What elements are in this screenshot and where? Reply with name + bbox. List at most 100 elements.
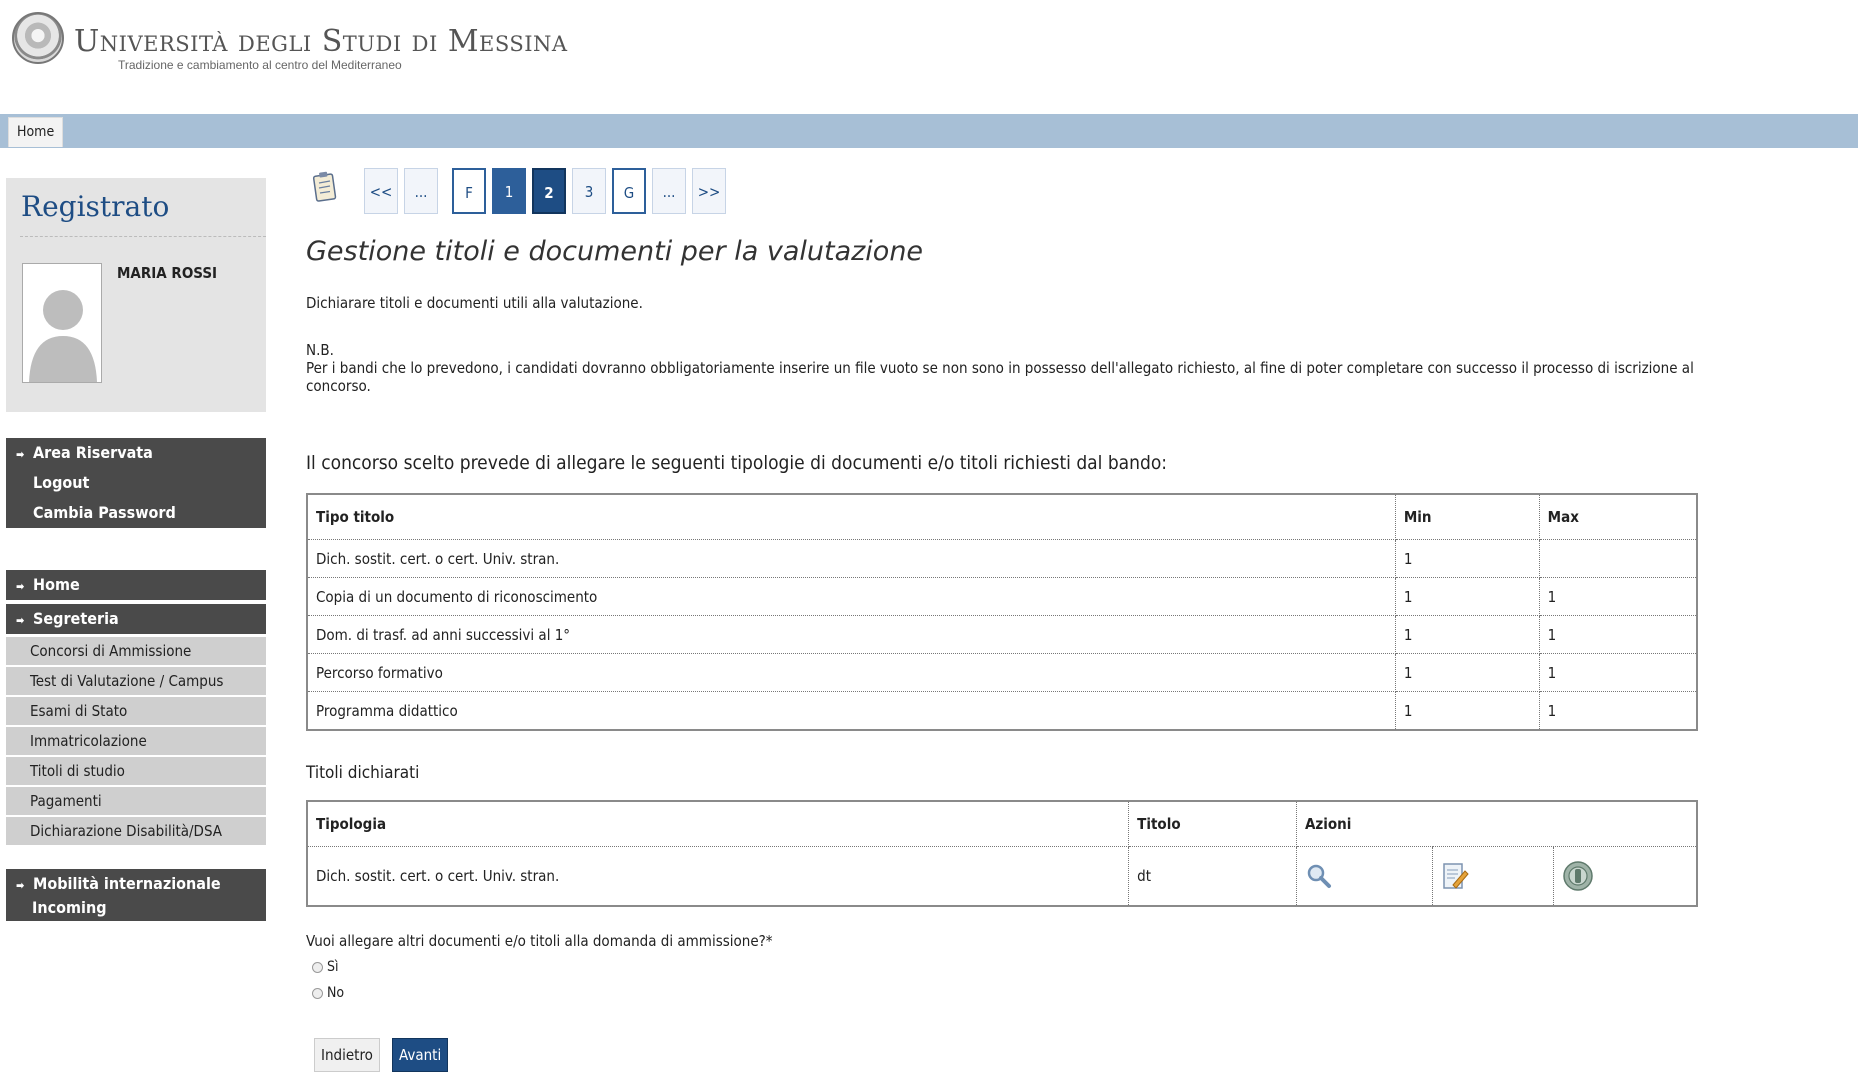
table-cell: 1 [1394, 539, 1540, 578]
wizard-step-navigation: << ... F 1 2 3 G ... >> [364, 168, 726, 214]
table-cell: Dich. sostit. cert. o cert. Univ. stran. [306, 539, 1396, 578]
table-header-row: Tipologia Titolo Azioni [306, 800, 1698, 847]
home-tab[interactable]: Home [8, 117, 64, 147]
menu-label: Segreteria [33, 609, 119, 628]
view-icon[interactable] [1305, 862, 1333, 890]
column-header: Min [1394, 493, 1540, 540]
menu-label: Logout [33, 473, 90, 492]
menu-label: Cambia Password [33, 503, 176, 522]
intro-text: Dichiarare titoli e documenti utili alla… [306, 294, 643, 312]
declared-documents-heading: Titoli dichiarati [306, 763, 420, 783]
table-row: Percorso formativo 1 1 [306, 653, 1698, 692]
page-header: Università degli Studi di Messina Tradiz… [0, 0, 1858, 114]
step-1[interactable]: 1 [492, 168, 526, 214]
step-last-arrows[interactable]: >> [692, 168, 726, 214]
page-title: Gestione titoli e documenti per la valut… [306, 236, 924, 267]
arrow-right-icon: ➡ [16, 580, 25, 593]
delete-icon[interactable] [1562, 860, 1594, 892]
step-ellipsis-right[interactable]: ... [652, 168, 686, 214]
menu-esami-stato[interactable]: Esami di Stato [6, 697, 266, 727]
sidebar-divider [20, 236, 266, 237]
university-name: Università degli Studi di Messina [74, 24, 568, 59]
table-cell: 1 [1538, 615, 1698, 654]
step-first-arrows[interactable]: << [364, 168, 398, 214]
column-header: Max [1538, 493, 1698, 540]
table-cell: 1 [1538, 577, 1698, 616]
table-cell: Dich. sostit. cert. o cert. Univ. stran. [306, 846, 1130, 907]
column-header: Tipo titolo [306, 493, 1396, 540]
question-label: Vuoi allegare altri documenti e/o titoli… [306, 932, 773, 950]
table-row: Copia di un documento di riconoscimento … [306, 577, 1698, 616]
step-3[interactable]: 3 [572, 168, 606, 214]
note-text: Per i bandi che lo prevedono, i candidat… [306, 359, 1694, 395]
column-header: Azioni [1295, 800, 1698, 847]
menu-concorsi-ammissione[interactable]: Concorsi di Ammissione [6, 637, 266, 667]
table-row: Dich. sostit. cert. o cert. Univ. stran.… [306, 539, 1698, 578]
table-cell: 1 [1394, 615, 1540, 654]
declared-documents-table: Tipologia Titolo Azioni Dich. sostit. ce… [306, 800, 1698, 907]
note-block: N.B. Per i bandi che lo prevedono, i can… [306, 341, 1706, 395]
menu-pagamenti[interactable]: Pagamenti [6, 787, 266, 817]
menu-area-riservata[interactable]: ➡ Area Riservata [6, 438, 266, 468]
note-label: N.B. [306, 341, 334, 359]
menu-immatricolazione[interactable]: Immatricolazione [6, 727, 266, 757]
menu-label: Incoming [32, 898, 107, 917]
next-button[interactable]: Avanti [392, 1038, 449, 1072]
menu-mobilita-internazionale[interactable]: ➡ Mobilità internazionale Incoming [6, 869, 266, 919]
back-button[interactable]: Indietro [314, 1038, 380, 1072]
menu-dichiarazione-disabilita[interactable]: Dichiarazione Disabilità/DSA [6, 817, 266, 847]
sidebar-title: Registrato [21, 190, 170, 223]
table-cell: Dom. di trasf. ad anni successivi al 1° [306, 615, 1396, 654]
table-cell: Programma didattico [306, 691, 1396, 731]
radio-label: No [327, 985, 345, 1001]
menu-home[interactable]: ➡ Home [6, 570, 266, 600]
step-g[interactable]: G [612, 168, 646, 214]
radio-label: Sì [327, 959, 339, 975]
arrow-right-icon: ➡ [16, 879, 25, 892]
table-cell [1538, 539, 1698, 578]
menu-segreteria-block: ➡ Segreteria [6, 604, 266, 634]
action-view-cell [1295, 846, 1433, 907]
menu-home-block: ➡ Home [6, 570, 266, 600]
action-delete-cell [1552, 846, 1698, 907]
menu-cambia-password[interactable]: Cambia Password [6, 498, 266, 528]
edit-icon[interactable] [1441, 861, 1469, 891]
step-f[interactable]: F [452, 168, 486, 214]
radio-option-no[interactable]: No [312, 985, 344, 1001]
table-cell: 1 [1394, 653, 1540, 692]
arrow-right-icon: ➡ [16, 448, 25, 461]
radio-option-si[interactable]: Sì [312, 959, 339, 975]
table-header-row: Tipo titolo Min Max [306, 493, 1698, 540]
clipboard-icon [312, 171, 337, 202]
avatar [22, 263, 102, 383]
menu-logout[interactable]: Logout [6, 468, 266, 498]
table-cell: dt [1128, 846, 1297, 907]
table-cell: 1 [1538, 653, 1698, 692]
step-2-current[interactable]: 2 [532, 168, 566, 214]
segreteria-submenu: Concorsi di Ammissione Test di Valutazio… [6, 637, 266, 847]
table-cell: Percorso formativo [306, 653, 1396, 692]
university-tagline: Tradizione e cambiamento al centro del M… [118, 58, 402, 72]
table-row: Dich. sostit. cert. o cert. Univ. stran.… [306, 846, 1698, 907]
radio-button[interactable] [312, 961, 323, 973]
action-edit-cell [1431, 846, 1554, 907]
required-documents-heading: Il concorso scelto prevede di allegare l… [306, 452, 1168, 474]
table-cell: Copia di un documento di riconoscimento [306, 577, 1396, 616]
menu-mobility-block: ➡ Mobilità internazionale Incoming [6, 869, 266, 921]
table-cell: 1 [1394, 577, 1540, 616]
step-ellipsis-left[interactable]: ... [404, 168, 438, 214]
menu-titoli-studio[interactable]: Titoli di studio [6, 757, 266, 787]
user-silhouette-icon [29, 290, 97, 382]
table-row: Programma didattico 1 1 [306, 691, 1698, 731]
top-navigation-bar [0, 114, 1858, 148]
radio-button[interactable] [312, 987, 323, 999]
required-documents-table: Tipo titolo Min Max Dich. sostit. cert. … [306, 493, 1698, 731]
menu-test-valutazione[interactable]: Test di Valutazione / Campus [6, 667, 266, 697]
column-header: Tipologia [306, 800, 1130, 847]
reserved-area-menu: ➡ Area Riservata Logout Cambia Password [6, 438, 266, 528]
menu-segreteria[interactable]: ➡ Segreteria [6, 604, 266, 634]
menu-label: Area Riservata [33, 443, 153, 462]
menu-label: Mobilità internazionale [33, 874, 221, 893]
column-header: Titolo [1128, 800, 1297, 847]
table-cell: 1 [1538, 691, 1698, 731]
